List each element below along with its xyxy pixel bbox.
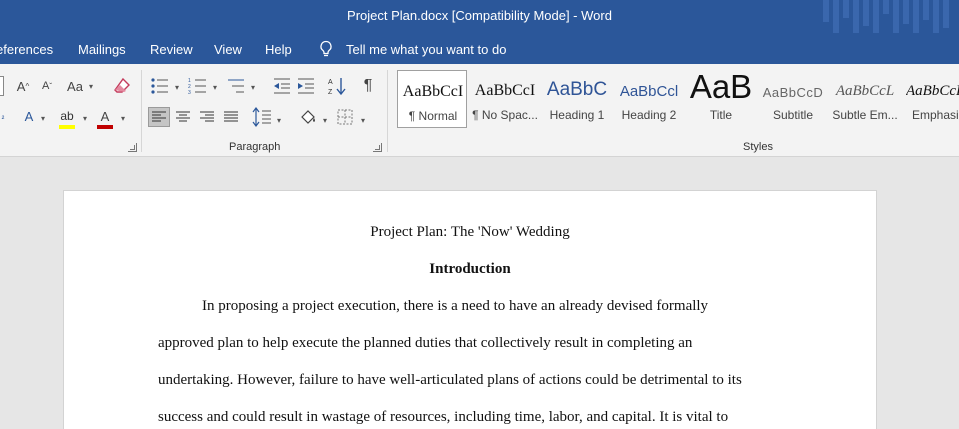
align-right-icon [200,111,214,122]
style-subtle-emphasis[interactable]: AaBbCcL Subtle Em... [830,70,900,128]
chevron-down-icon[interactable]: ▾ [38,108,48,128]
chevron-down-icon[interactable]: ▾ [210,77,220,97]
justify-button[interactable] [220,107,242,127]
style-title[interactable]: AaB Title [686,68,756,128]
style-sample: AaBbCcl [619,83,679,100]
chevron-down-icon[interactable]: ▾ [80,108,90,128]
style-sample: AaB [689,68,753,105]
chevron-down-icon[interactable]: ▾ [248,77,258,97]
tab-view[interactable]: View [214,42,242,57]
shrink-font-button[interactable]: Aˇ [36,76,58,96]
highlight-button[interactable]: ab [56,106,78,126]
svg-text:Z: Z [328,89,333,96]
style-name: Title [709,108,733,122]
chevron-down-icon[interactable]: ▾ [358,110,368,130]
chevron-down-icon[interactable]: ▾ [172,77,182,97]
multilevel-list-icon[interactable] [226,77,246,95]
style-name: Subtle Em... [832,108,898,122]
svg-text:A: A [328,79,333,86]
lightbulb-icon[interactable] [318,40,334,58]
chevron-down-icon[interactable]: ▾ [274,110,284,130]
style-name: Heading 2 [621,108,677,122]
chevron-down-icon[interactable]: ▾ [86,76,96,96]
style-heading-1[interactable]: AaBbC Heading 1 [542,70,612,128]
align-center-button[interactable] [172,107,194,127]
eraser-icon[interactable] [112,76,132,96]
text-effects-button[interactable]: A [18,106,40,126]
paint-bucket-icon[interactable] [298,107,318,127]
styles-group-label: Styles [743,141,773,153]
style-heading-2[interactable]: AaBbCcl Heading 2 [614,70,684,128]
highlight-color-swatch [59,125,75,129]
style-sample: AaBbCcL [835,83,895,99]
title-bar-pattern [819,0,959,33]
align-right-button[interactable] [196,107,218,127]
body-line: success and could result in wastage of r… [158,409,729,425]
tab-mailings[interactable]: Mailings [78,42,126,57]
font-color-swatch [97,125,113,129]
bullets-icon[interactable] [150,77,170,95]
justify-icon [224,111,238,122]
font-color-button[interactable]: A [94,106,116,126]
style-sample: AaBbCcI [474,82,536,99]
style-subtitle[interactable]: AaBbCcD Subtitle [758,70,828,128]
font-size-dropdown[interactable] [0,76,4,96]
tab-help[interactable]: Help [265,42,292,57]
paragraph-group-label: Paragraph [229,141,281,153]
paragraph-dialog-launcher-icon[interactable] [373,143,382,152]
ribbon-tabs: eferences Mailings Review View Help Tell… [0,33,959,64]
tab-review[interactable]: Review [150,42,193,57]
chevron-down-icon[interactable]: ▾ [118,108,128,128]
align-center-icon [176,111,190,122]
tell-me-search[interactable]: Tell me what you want to do [346,42,506,57]
style-name: ¶ No Spac... [472,108,538,122]
style-sample: AaBbCcL [906,83,959,99]
style-name: Emphasis [912,108,959,122]
body-line: undertaking. However, failure to have we… [158,372,742,388]
grow-font-button[interactable]: A ^ [12,76,34,96]
title-bar: Project Plan.docx [Compatibility Mode] -… [0,0,959,33]
section-heading: Introduction [429,261,511,277]
style-sample: AaBbC [546,79,608,100]
svg-text:3: 3 [188,90,191,95]
body-line: approved plan to help execute the planne… [158,335,693,351]
font-dialog-launcher-icon[interactable] [128,143,137,152]
ribbon: A ^ Aˇ Aa ▾ ² A ▾ ab ▾ A ▾ ▾ 123 ▾ ▾ AZ ¶ [0,64,959,157]
align-left-icon [152,111,166,122]
style-sample: AaBbCcI [402,83,464,100]
window-title: Project Plan.docx [Compatibility Mode] -… [347,8,612,23]
line-spacing-icon[interactable] [252,107,272,127]
document-page[interactable]: Project Plan: The 'Now' Wedding Introduc… [63,190,877,429]
decrease-indent-icon[interactable] [272,77,292,95]
increase-indent-icon[interactable] [296,77,316,95]
group-separator [141,70,142,152]
change-case-button[interactable]: Aa [64,76,86,96]
chevron-down-icon[interactable]: ▾ [320,110,330,130]
style-normal[interactable]: AaBbCcI ¶ Normal [397,70,467,128]
style-sample: AaBbCcD [762,85,824,100]
document-title: Project Plan: The 'Now' Wedding [370,224,570,240]
numbering-icon[interactable]: 123 [188,77,208,95]
style-name: ¶ Normal [408,109,458,123]
style-emphasis[interactable]: AaBbCcL Emphasis [902,70,959,128]
borders-icon[interactable] [336,108,354,126]
subscript-icon[interactable]: ² [0,108,8,128]
style-no-spacing[interactable]: AaBbCcI ¶ No Spac... [470,70,540,128]
body-line: In proposing a project execution, there … [202,298,709,314]
style-name: Heading 1 [549,108,605,122]
sort-icon[interactable]: AZ [328,76,348,96]
tab-references[interactable]: eferences [0,42,53,57]
style-name: Subtitle [772,108,814,122]
group-separator [387,70,388,152]
show-formatting-marks-icon[interactable]: ¶ [357,76,379,96]
align-left-button[interactable] [148,107,170,127]
